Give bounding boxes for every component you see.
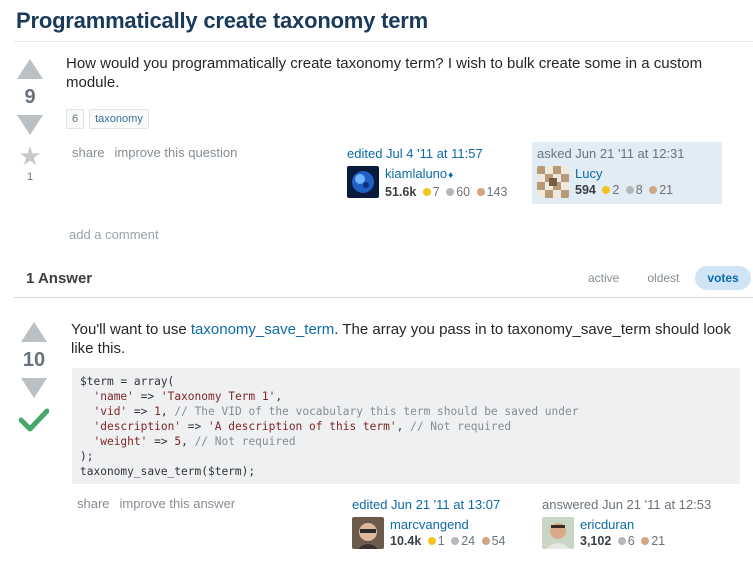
question-editor-signature: edited Jul 4 '11 at 11:57 kiamlaluno♦ 51… bbox=[347, 146, 527, 201]
silver-badge-icon bbox=[446, 188, 455, 196]
question-body: How would you programmatically create ta… bbox=[66, 55, 703, 91]
accepted-check-icon bbox=[19, 408, 49, 432]
silver-badge-count: 6 bbox=[627, 534, 635, 548]
silver-badge-count: 8 bbox=[635, 183, 643, 197]
share-link[interactable]: share bbox=[72, 145, 105, 160]
edited-timestamp[interactable]: edited Jun 21 '11 at 13:07 bbox=[352, 497, 532, 512]
share-link[interactable]: share bbox=[77, 496, 110, 511]
question-vote-count: 9 bbox=[24, 86, 36, 108]
gold-badge-icon bbox=[422, 188, 431, 196]
bronze-badge-icon bbox=[476, 188, 485, 196]
user-reputation: 3,102 6 21 bbox=[580, 532, 665, 550]
user-reputation: 10.4k 1 24 54 bbox=[390, 532, 506, 550]
question-asker-signature: asked Jun 21 '11 at 12:31 Lucy 594 2 8 2… bbox=[532, 142, 722, 204]
gold-badge-count: 7 bbox=[432, 185, 440, 199]
bronze-badge-icon bbox=[481, 537, 490, 545]
improve-question-link[interactable]: improve this question bbox=[115, 145, 238, 160]
silver-badge-count: 60 bbox=[456, 185, 471, 199]
gold-badge-icon bbox=[427, 537, 436, 545]
answer-vote-cell: 10 bbox=[19, 322, 49, 432]
bronze-badge-count: 21 bbox=[659, 183, 674, 197]
answer-editor-signature: edited Jun 21 '11 at 13:07 marcvangend 1… bbox=[352, 497, 532, 550]
user-name[interactable]: ericduran bbox=[580, 517, 665, 532]
silver-badge-icon bbox=[617, 537, 626, 545]
bronze-badge-count: 54 bbox=[491, 534, 506, 548]
user-name[interactable]: Lucy bbox=[575, 166, 673, 181]
reputation-score: 51.6k bbox=[385, 185, 417, 199]
question-tags: 6 taxonomy bbox=[66, 109, 149, 129]
gold-badge-count: 2 bbox=[612, 183, 620, 197]
favorite-star-icon[interactable]: ★ bbox=[18, 143, 41, 169]
tag-taxonomy[interactable]: taxonomy bbox=[89, 109, 149, 129]
avatar[interactable] bbox=[542, 517, 574, 549]
downvote-arrow-icon[interactable] bbox=[21, 378, 47, 398]
user-reputation: 594 2 8 21 bbox=[575, 181, 673, 199]
user-name[interactable]: marcvangend bbox=[390, 517, 506, 532]
tab-active[interactable]: active bbox=[576, 266, 631, 290]
tab-votes[interactable]: votes bbox=[695, 266, 751, 290]
question-vote-cell: 9 ★ 1 bbox=[15, 59, 45, 183]
answer-sort-tabs: active oldest votes bbox=[576, 266, 751, 290]
answers-divider bbox=[14, 297, 753, 298]
taxonomy-save-term-link[interactable]: taxonomy_save_term bbox=[191, 321, 334, 338]
upvote-arrow-icon[interactable] bbox=[21, 322, 47, 342]
upvote-arrow-icon[interactable] bbox=[17, 59, 43, 79]
reputation-score: 10.4k bbox=[390, 534, 422, 548]
reputation-score: 594 bbox=[575, 183, 596, 197]
title-divider bbox=[14, 41, 753, 42]
tag-count[interactable]: 6 bbox=[66, 109, 85, 129]
downvote-arrow-icon[interactable] bbox=[17, 115, 43, 135]
silver-badge-icon bbox=[451, 537, 460, 545]
moderator-diamond-icon: ♦ bbox=[448, 170, 454, 181]
silver-badge-count: 24 bbox=[461, 534, 476, 548]
gold-badge-icon bbox=[602, 186, 611, 194]
code-block: $term = array( 'name' => 'Taxonomy Term … bbox=[72, 368, 740, 484]
tab-oldest[interactable]: oldest bbox=[635, 266, 691, 290]
answer-author-signature: answered Jun 21 '11 at 12:53 ericduran 3… bbox=[542, 497, 742, 550]
gold-badge-count: 1 bbox=[437, 534, 445, 548]
answer-vote-count: 10 bbox=[22, 349, 46, 371]
user-name[interactable]: kiamlaluno bbox=[385, 166, 447, 181]
asked-timestamp: asked Jun 21 '11 at 12:31 bbox=[537, 146, 685, 161]
user-reputation: 51.6k 7 60 143 bbox=[385, 183, 507, 201]
silver-badge-icon bbox=[625, 186, 634, 194]
answered-timestamp: answered Jun 21 '11 at 12:53 bbox=[542, 497, 712, 512]
edited-timestamp[interactable]: edited Jul 4 '11 at 11:57 bbox=[347, 146, 527, 161]
bronze-badge-count: 21 bbox=[651, 534, 666, 548]
reputation-score: 3,102 bbox=[580, 534, 612, 548]
avatar[interactable] bbox=[352, 517, 384, 549]
bronze-badge-count: 143 bbox=[486, 185, 508, 199]
question-post-menu: share improve this question bbox=[72, 145, 237, 160]
bronze-badge-icon bbox=[649, 186, 658, 194]
add-comment-link[interactable]: add a comment bbox=[69, 227, 159, 242]
answer-post-menu: share improve this answer bbox=[77, 496, 235, 511]
favorite-count: 1 bbox=[26, 171, 34, 183]
answers-count-header: 1 Answer bbox=[26, 270, 93, 287]
question-title[interactable]: Programmatically create taxonomy term bbox=[16, 8, 428, 34]
answer-body: You'll want to use taxonomy_save_term. T… bbox=[71, 321, 731, 357]
bronze-badge-icon bbox=[641, 537, 650, 545]
avatar[interactable] bbox=[347, 166, 379, 198]
improve-answer-link[interactable]: improve this answer bbox=[120, 496, 236, 511]
avatar[interactable] bbox=[537, 166, 569, 198]
